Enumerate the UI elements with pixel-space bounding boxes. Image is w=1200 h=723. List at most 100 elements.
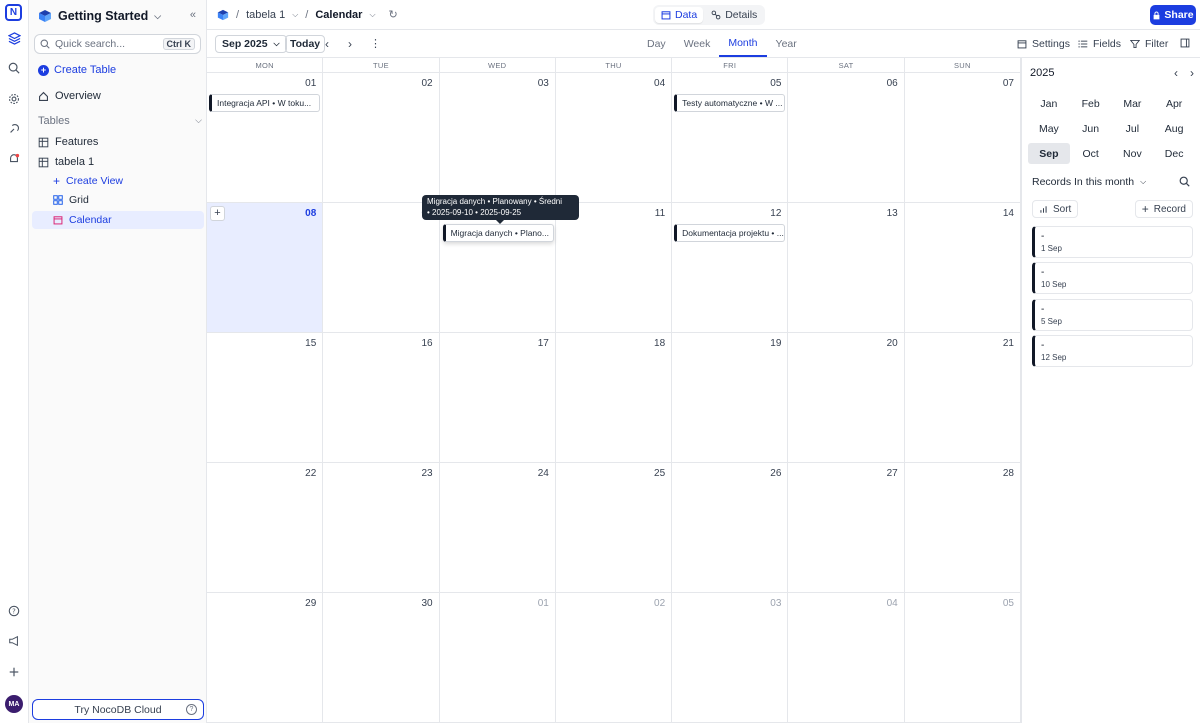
day-cell[interactable]: 07 <box>904 73 1021 203</box>
prev-year-icon[interactable]: ‹ <box>1174 66 1178 80</box>
tables-section-header[interactable]: Tables ⌵ <box>38 115 202 127</box>
month-cell[interactable]: Jul <box>1112 118 1154 139</box>
notification-bell-icon[interactable] <box>6 151 22 167</box>
share-button[interactable]: Share <box>1150 5 1196 25</box>
reload-icon[interactable]: ↻ <box>389 8 398 21</box>
month-cell[interactable]: Aug <box>1153 118 1195 139</box>
day-cell[interactable]: 12 Dokumentacja projektu • ... <box>672 203 789 333</box>
collapse-sidebar-icon[interactable]: « <box>190 9 196 21</box>
more-options-icon[interactable]: ⋮ <box>370 37 381 50</box>
record-card[interactable]: - 10 Sep <box>1032 262 1193 294</box>
day-cell[interactable]: 02 <box>323 73 440 203</box>
filter-button[interactable]: Filter <box>1130 38 1168 50</box>
toggle-side-panel-icon[interactable] <box>1180 38 1190 48</box>
month-cell[interactable]: May <box>1028 118 1070 139</box>
megaphone-icon[interactable] <box>6 633 22 649</box>
event-card[interactable]: Dokumentacja projektu • ... <box>674 224 786 242</box>
day-cell-next-month[interactable]: 05 <box>904 593 1021 723</box>
chevron-down-icon[interactable]: ⌵ <box>292 10 298 20</box>
breadcrumb-view[interactable]: Calendar <box>315 9 362 21</box>
try-cloud-button[interactable]: Try NocoDB Cloud ? <box>32 699 204 720</box>
records-range-dropdown[interactable]: Records In this month ⌵ <box>1032 176 1146 188</box>
day-cell[interactable]: 17 <box>439 333 556 463</box>
month-cell[interactable]: Mar <box>1112 93 1154 114</box>
day-cell[interactable]: 15 <box>207 333 324 463</box>
record-card[interactable]: - 12 Sep <box>1032 335 1193 367</box>
today-button[interactable]: Today <box>285 35 326 53</box>
month-cell[interactable]: Jan <box>1028 93 1070 114</box>
day-cell[interactable]: 21 <box>904 333 1021 463</box>
month-cell[interactable]: Dec <box>1153 143 1195 164</box>
day-cell-next-month[interactable]: 02 <box>555 593 673 723</box>
day-cell[interactable]: 11 <box>555 203 673 333</box>
day-cell[interactable]: 01 Integracja API • W toku... <box>207 73 324 203</box>
tab-week[interactable]: Week <box>675 30 720 57</box>
view-item-calendar[interactable]: Calendar <box>32 211 204 229</box>
day-cell[interactable]: 28 <box>904 463 1021 593</box>
day-cell[interactable]: 14 <box>904 203 1021 333</box>
month-picker[interactable]: Sep 2025 ⌵ <box>215 35 287 53</box>
add-record-button[interactable]: + Record <box>1134 200 1193 218</box>
record-card[interactable]: - 5 Sep <box>1032 299 1193 331</box>
event-card[interactable]: Testy automatyczne • W ... <box>674 94 786 112</box>
nocodb-logo[interactable]: N <box>5 4 22 21</box>
integrations-icon[interactable] <box>6 121 22 137</box>
fields-button[interactable]: Fields <box>1078 38 1121 50</box>
help-icon[interactable]: ? <box>6 603 22 619</box>
day-cell-next-month[interactable]: 04 <box>788 593 905 723</box>
day-cell-next-month[interactable]: 01 <box>439 593 556 723</box>
prev-month-icon[interactable]: ‹ <box>325 37 329 51</box>
user-avatar[interactable]: MA <box>5 695 23 713</box>
create-view-button[interactable]: + Create View <box>32 172 204 190</box>
tab-day[interactable]: Day <box>638 30 675 57</box>
sort-button[interactable]: Sort <box>1032 200 1079 218</box>
breadcrumb-table[interactable]: tabela 1 <box>246 9 285 21</box>
record-card[interactable]: - 1 Sep <box>1032 226 1193 258</box>
tab-data[interactable]: Data <box>655 7 704 23</box>
add-record-button[interactable]: + <box>210 206 225 221</box>
month-cell[interactable]: Nov <box>1112 143 1154 164</box>
day-cell[interactable]: 30 <box>323 593 440 723</box>
create-table-button[interactable]: + Create Table <box>38 64 116 76</box>
day-cell[interactable]: 04 <box>555 73 673 203</box>
day-cell[interactable]: 05 Testy automatyczne • W ... <box>672 73 789 203</box>
view-item-grid[interactable]: Grid <box>32 191 204 209</box>
day-cell[interactable]: 22 <box>207 463 324 593</box>
day-cell[interactable]: 26 <box>672 463 789 593</box>
day-cell[interactable]: 18 <box>555 333 673 463</box>
overview-item[interactable]: Overview <box>38 90 101 102</box>
tab-month[interactable]: Month <box>719 30 767 57</box>
day-cell[interactable]: 03 <box>439 73 556 203</box>
month-cell[interactable]: Jun <box>1070 118 1112 139</box>
help-icon[interactable]: ? <box>186 704 197 715</box>
day-cell-next-month[interactable]: 03 <box>672 593 789 723</box>
month-cell[interactable]: Feb <box>1070 93 1112 114</box>
search-icon[interactable] <box>6 60 22 76</box>
next-month-icon[interactable]: › <box>348 37 352 51</box>
day-cell[interactable]: 29 <box>207 593 324 723</box>
base-logo-icon[interactable] <box>217 9 229 21</box>
next-year-icon[interactable]: › <box>1190 66 1194 80</box>
day-cell[interactable]: 23 <box>323 463 440 593</box>
day-cell[interactable]: 13 <box>788 203 905 333</box>
add-workspace-icon[interactable] <box>6 664 22 680</box>
day-cell[interactable]: 25 <box>555 463 673 593</box>
table-item-features[interactable]: Features <box>38 136 98 148</box>
table-item-tabela-1[interactable]: tabela 1 <box>38 156 94 168</box>
quick-search-input[interactable]: Quick search... Ctrl K <box>34 34 201 54</box>
event-card[interactable]: Migracja danych • Plano... <box>442 224 554 242</box>
month-cell[interactable]: Apr <box>1153 93 1195 114</box>
workspace-title[interactable]: Getting Started ⌵ <box>38 6 161 26</box>
bases-icon[interactable] <box>6 30 22 46</box>
day-cell[interactable]: 09 <box>323 203 440 333</box>
day-cell[interactable]: 20 <box>788 333 905 463</box>
chevron-down-icon[interactable]: ⌵ <box>369 10 375 20</box>
day-cell[interactable]: 19 <box>672 333 789 463</box>
day-cell[interactable]: 27 <box>788 463 905 593</box>
settings-button[interactable]: Settings <box>1017 38 1070 50</box>
event-card[interactable]: Integracja API • W toku... <box>209 94 320 112</box>
tab-details[interactable]: Details <box>705 7 763 23</box>
day-cell[interactable]: 06 <box>788 73 905 203</box>
tab-year[interactable]: Year <box>767 30 806 57</box>
day-cell[interactable]: 16 <box>323 333 440 463</box>
